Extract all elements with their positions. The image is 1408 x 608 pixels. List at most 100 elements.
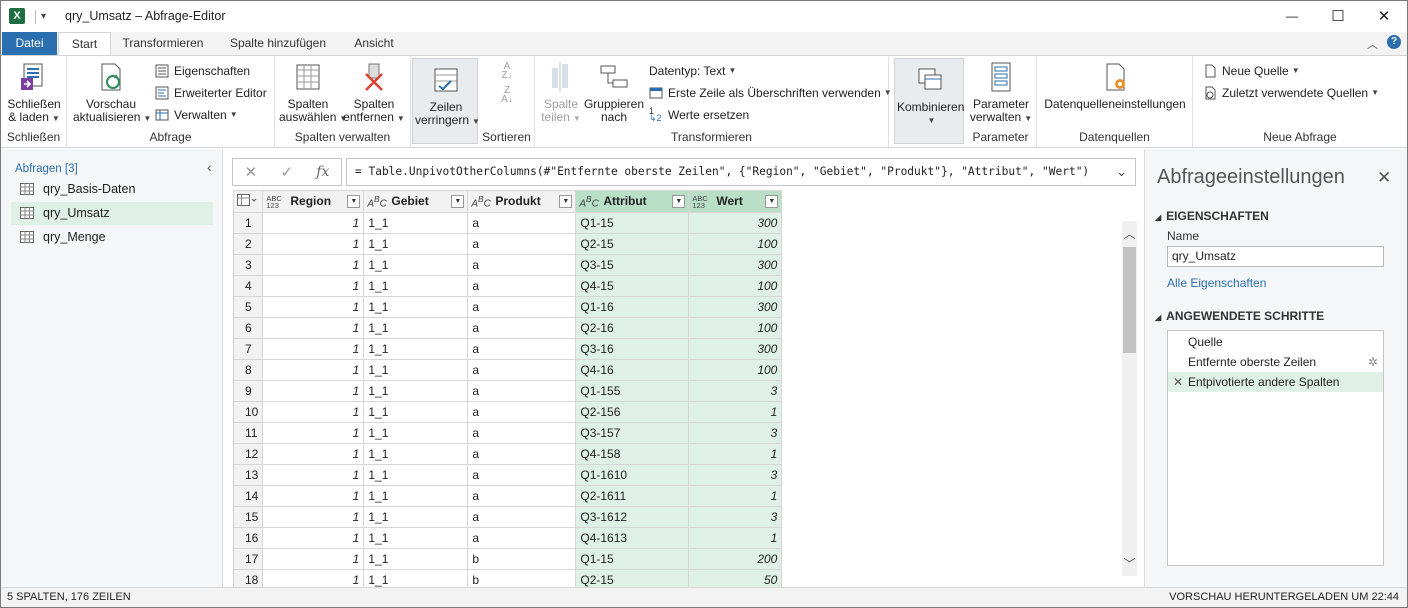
table-cell[interactable]: Q3-1612	[575, 506, 690, 528]
split-column-button[interactable]: Spalte teilen ▼	[539, 60, 583, 125]
table-cell[interactable]: 1	[262, 464, 365, 486]
table-cell[interactable]: Q2-15	[575, 569, 690, 588]
manage-query-button[interactable]: Verwalten ▼	[155, 106, 238, 124]
table-cell[interactable]: Q4-1613	[575, 527, 690, 549]
queries-header[interactable]: Abfragen [3]	[15, 163, 78, 175]
table-cell[interactable]: Q4-15	[575, 275, 690, 297]
table-cell[interactable]: 1	[262, 233, 365, 255]
table-cell[interactable]: Q4-158	[575, 443, 690, 465]
table-cell[interactable]: 1	[262, 338, 365, 360]
table-cell[interactable]: 100	[688, 275, 783, 297]
step-item[interactable]: Entfernte oberste Zeilen ✲	[1168, 352, 1383, 372]
row-number[interactable]: 4	[233, 275, 264, 297]
table-cell[interactable]: 1	[262, 443, 365, 465]
table-cell[interactable]: 1_1	[363, 359, 469, 381]
column-header-produkt[interactable]: ABC Produkt ▼	[467, 190, 577, 213]
table-cell[interactable]: 1_1	[363, 443, 469, 465]
recent-sources-button[interactable]: Zuletzt verwendete Quellen ▼	[1203, 84, 1379, 102]
table-cell[interactable]: 200	[688, 548, 783, 570]
table-cell[interactable]: 1_1	[363, 254, 469, 276]
row-number[interactable]: 13	[233, 464, 264, 486]
advanced-editor-button[interactable]: Erweiterter Editor	[155, 84, 267, 102]
table-cell[interactable]: 1_1	[363, 338, 469, 360]
table-cell[interactable]: 300	[688, 254, 783, 276]
row-number[interactable]: 6	[233, 317, 264, 339]
table-cell[interactable]: 1	[262, 548, 365, 570]
table-cell[interactable]: 1	[688, 401, 783, 423]
filter-dropdown-icon[interactable]: ▼	[672, 195, 686, 208]
table-cell[interactable]: Q2-16	[575, 317, 690, 339]
help-icon[interactable]: ?	[1387, 35, 1401, 49]
table-cell[interactable]: a	[467, 380, 577, 402]
scroll-thumb[interactable]	[1123, 247, 1136, 353]
collapse-ribbon-icon[interactable]: ︿	[1367, 36, 1378, 52]
minimize-button[interactable]: —	[1269, 1, 1315, 31]
tab-start[interactable]: Start	[58, 32, 111, 56]
table-cell[interactable]: 1_1	[363, 485, 469, 507]
table-cell[interactable]: 1	[262, 212, 365, 234]
table-cell[interactable]: 1_1	[363, 506, 469, 528]
query-name-input[interactable]: qry_Umsatz	[1167, 246, 1384, 267]
table-cell[interactable]: 3	[688, 506, 783, 528]
fx-icon[interactable]: fx	[316, 164, 329, 180]
remove-columns-button[interactable]: Spalten entfernen ▼	[343, 60, 405, 125]
table-cell[interactable]: b	[467, 548, 577, 570]
table-cell[interactable]: Q3-157	[575, 422, 690, 444]
table-cell[interactable]: Q2-15	[575, 233, 690, 255]
sort-ascending-icon[interactable]: A Z↓	[497, 62, 517, 81]
column-header-wert[interactable]: ABC 123 Wert ▼	[688, 190, 783, 213]
query-item[interactable]: qry_Basis-Daten	[11, 178, 213, 201]
tab-datei[interactable]: Datei	[2, 32, 57, 55]
filter-dropdown-icon[interactable]: ▼	[559, 195, 573, 208]
row-number[interactable]: 3	[233, 254, 264, 276]
table-cell[interactable]: a	[467, 296, 577, 318]
filter-dropdown-icon[interactable]: ▼	[451, 195, 465, 208]
table-cell[interactable]: 100	[688, 317, 783, 339]
reduce-rows-button[interactable]: Zeilen verringern ▼	[415, 63, 480, 128]
quick-access-dropdown-icon[interactable]: ▾	[41, 10, 53, 24]
table-cell[interactable]: a	[467, 527, 577, 549]
table-cell[interactable]: a	[467, 422, 577, 444]
table-cell[interactable]: a	[467, 275, 577, 297]
choose-columns-button[interactable]: Spalten auswählen ▼	[279, 60, 347, 125]
table-cell[interactable]: 300	[688, 338, 783, 360]
maximize-button[interactable]: ☐	[1315, 1, 1361, 31]
refresh-preview-button[interactable]: Vorschau aktualisieren ▼	[73, 60, 151, 125]
table-cell[interactable]: Q1-1610	[575, 464, 690, 486]
column-header-attribut[interactable]: ABC Attribut ▼	[575, 190, 690, 213]
table-cell[interactable]: Q1-15	[575, 548, 690, 570]
cancel-formula-icon[interactable]: ✕	[245, 163, 258, 181]
table-cell[interactable]: Q2-156	[575, 401, 690, 423]
manage-parameters-button[interactable]: Parameter verwalten ▼	[969, 60, 1033, 125]
close-and-load-button[interactable]: Schließen & laden ▼	[5, 60, 63, 125]
table-cell[interactable]: 100	[688, 359, 783, 381]
tab-ansicht[interactable]: Ansicht	[344, 32, 404, 56]
table-cell[interactable]: Q2-1611	[575, 485, 690, 507]
table-cell[interactable]: 300	[688, 212, 783, 234]
table-cell[interactable]: 1	[262, 527, 365, 549]
table-cell[interactable]: Q1-15	[575, 212, 690, 234]
table-cell[interactable]: 1_1	[363, 296, 469, 318]
collapse-pane-icon[interactable]: ‹	[207, 159, 212, 175]
table-cell[interactable]: a	[467, 485, 577, 507]
expand-formula-icon[interactable]: ⌄	[1116, 159, 1127, 185]
delete-step-icon[interactable]: ✕	[1173, 372, 1183, 392]
confirm-formula-icon[interactable]: ✓	[280, 163, 293, 181]
row-number[interactable]: 5	[233, 296, 264, 318]
tab-transformieren[interactable]: Transformieren	[115, 32, 211, 56]
table-cell[interactable]: 50	[688, 569, 783, 588]
table-cell[interactable]: a	[467, 359, 577, 381]
close-settings-icon[interactable]: ✕	[1377, 168, 1391, 188]
row-number[interactable]: 18	[233, 569, 264, 588]
table-cell[interactable]: 1	[262, 401, 365, 423]
table-cell[interactable]: Q3-16	[575, 338, 690, 360]
table-cell[interactable]: 1_1	[363, 275, 469, 297]
scroll-down-icon[interactable]: ﹀	[1122, 555, 1137, 573]
table-cell[interactable]: 3	[688, 464, 783, 486]
column-header-region[interactable]: ABC 123 Region ▼	[262, 190, 365, 213]
applied-steps-header[interactable]: ◢ ANGEWENDETE SCHRITTE	[1155, 309, 1324, 323]
table-cell[interactable]: 1	[688, 485, 783, 507]
replace-values-button[interactable]: 1 ↳2 Werte ersetzen	[649, 106, 749, 124]
gear-icon[interactable]: ✲	[1368, 352, 1378, 372]
row-number[interactable]: 17	[233, 548, 264, 570]
